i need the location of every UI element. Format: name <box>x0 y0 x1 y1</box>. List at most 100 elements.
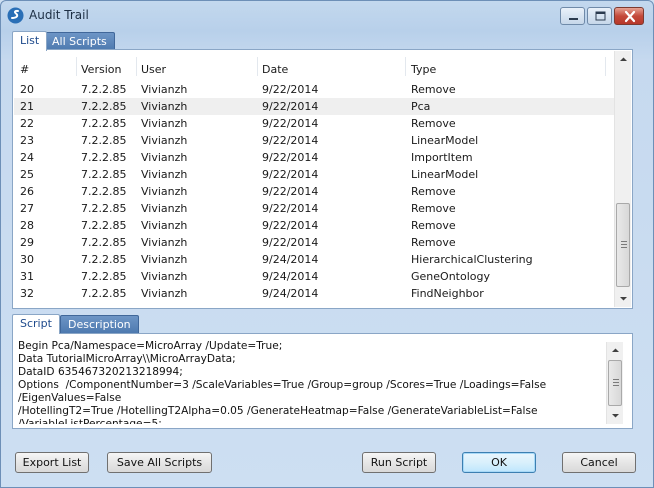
cell-type: FindNeighbor <box>411 287 484 300</box>
cell-date: 9/22/2014 <box>262 100 319 113</box>
column-header-version[interactable]: Version <box>81 63 121 76</box>
cell-version: 7.2.2.85 <box>81 270 127 283</box>
cell-num: 31 <box>20 270 34 283</box>
cell-user: Vivianzh <box>141 168 188 181</box>
cell-date: 9/22/2014 <box>262 117 319 130</box>
table-row[interactable]: 26 7.2.2.85 Vivianzh 9/22/2014 Remove <box>14 183 614 200</box>
cell-num: 24 <box>20 151 34 164</box>
tab-script[interactable]: Script <box>12 314 60 334</box>
table-row[interactable]: 31 7.2.2.85 Vivianzh 9/24/2014 GeneOntology <box>14 268 614 285</box>
table-row[interactable]: 22 7.2.2.85 Vivianzh 9/22/2014 Remove <box>14 115 614 132</box>
cell-date: 9/22/2014 <box>262 168 319 181</box>
arrow-up-icon <box>620 57 627 61</box>
title-bar[interactable]: Audit Trail <box>1 1 653 31</box>
cell-date: 9/24/2014 <box>262 270 319 283</box>
cell-type: Remove <box>411 202 456 215</box>
table-row[interactable]: 32 7.2.2.85 Vivianzh 9/24/2014 FindNeighbor <box>14 285 614 302</box>
cell-user: Vivianzh <box>141 202 188 215</box>
column-header-user[interactable]: User <box>141 63 166 76</box>
cell-user: Vivianzh <box>141 270 188 283</box>
minimize-button[interactable] <box>560 7 585 25</box>
table-row[interactable]: 28 7.2.2.85 Vivianzh 9/22/2014 Remove <box>14 217 614 234</box>
arrow-up-icon <box>612 348 619 352</box>
maximize-button[interactable] <box>587 7 612 25</box>
scroll-up-button[interactable] <box>615 51 632 68</box>
cell-user: Vivianzh <box>141 100 188 113</box>
cell-type: LinearModel <box>411 134 479 147</box>
cell-version: 7.2.2.85 <box>81 83 127 96</box>
audit-trail-window: Audit Trail List All Scripts # Version U… <box>0 0 654 488</box>
cell-type: Remove <box>411 236 456 249</box>
audit-list-panel: # Version User Date Type 20 7.2.2.85 Vivia… <box>12 49 633 309</box>
cell-type: Remove <box>411 83 456 96</box>
maximize-icon <box>595 11 606 21</box>
table-header: # Version User Date Type <box>14 51 614 85</box>
ok-button[interactable]: OK <box>462 452 536 473</box>
cell-user: Vivianzh <box>141 185 188 198</box>
cell-date: 9/24/2014 <box>262 287 319 300</box>
cell-user: Vivianzh <box>141 151 188 164</box>
scroll-down-button[interactable] <box>615 290 632 307</box>
cell-type: ImportItem <box>411 151 473 164</box>
tab-description[interactable]: Description <box>60 315 139 334</box>
cell-user: Vivianzh <box>141 253 188 266</box>
audit-table[interactable]: # Version User Date Type 20 7.2.2.85 Vivia… <box>14 51 614 307</box>
cell-user: Vivianzh <box>141 117 188 130</box>
column-header-number[interactable]: # <box>20 63 29 76</box>
cell-user: Vivianzh <box>141 236 188 249</box>
cell-date: 9/22/2014 <box>262 151 319 164</box>
cell-date: 9/22/2014 <box>262 219 319 232</box>
table-row[interactable]: 27 7.2.2.85 Vivianzh 9/22/2014 Remove <box>14 200 614 217</box>
cell-date: 9/22/2014 <box>262 134 319 147</box>
table-row[interactable]: 21 7.2.2.85 Vivianzh 9/22/2014 Pca <box>14 98 614 115</box>
minimize-icon <box>569 18 578 20</box>
script-line: DataID 635467320213218994; <box>18 366 183 378</box>
table-row[interactable]: 30 7.2.2.85 Vivianzh 9/24/2014 HierarchicalC… <box>14 251 614 268</box>
arrow-down-icon <box>612 414 619 418</box>
cancel-button[interactable]: Cancel <box>562 452 636 473</box>
cell-type: HierarchicalClustering <box>411 253 533 266</box>
tab-list[interactable]: List <box>12 31 48 51</box>
cell-version: 7.2.2.85 <box>81 100 127 113</box>
cell-num: 30 <box>20 253 34 266</box>
cell-num: 32 <box>20 287 34 300</box>
script-panel: Begin Pca/Namespace=MicroArray /Update=T… <box>12 333 633 429</box>
cell-user: Vivianzh <box>141 219 188 232</box>
table-row[interactable]: 29 7.2.2.85 Vivianzh 9/22/2014 Remove <box>14 234 614 251</box>
cell-num: 22 <box>20 117 34 130</box>
column-header-type[interactable]: Type <box>411 63 436 76</box>
script-scrollbar[interactable] <box>606 342 623 424</box>
script-line: Data TutorialMicroArray\\MicroArrayData; <box>18 353 236 365</box>
table-row[interactable]: 24 7.2.2.85 Vivianzh 9/22/2014 ImportItem <box>14 149 614 166</box>
list-scroll-thumb[interactable] <box>616 203 630 287</box>
cell-version: 7.2.2.85 <box>81 219 127 232</box>
list-scrollbar[interactable] <box>614 51 631 307</box>
script-line: /HotellingT2=True /HotellingT2Alpha=0.05… <box>18 405 538 417</box>
close-button[interactable] <box>614 7 644 25</box>
cell-date: 9/22/2014 <box>262 236 319 249</box>
table-row[interactable]: 25 7.2.2.85 Vivianzh 9/22/2014 LinearModel <box>14 166 614 183</box>
cell-user: Vivianzh <box>141 83 188 96</box>
cell-num: 25 <box>20 168 34 181</box>
cell-type: Remove <box>411 219 456 232</box>
save-all-scripts-button[interactable]: Save All Scripts <box>107 452 212 473</box>
script-scroll-thumb[interactable] <box>608 360 622 406</box>
cell-version: 7.2.2.85 <box>81 236 127 249</box>
cell-version: 7.2.2.85 <box>81 287 127 300</box>
column-header-date[interactable]: Date <box>262 63 288 76</box>
script-scroll-up-button[interactable] <box>607 342 624 359</box>
cell-version: 7.2.2.85 <box>81 117 127 130</box>
cell-num: 28 <box>20 219 34 232</box>
cell-num: 26 <box>20 185 34 198</box>
cell-date: 9/24/2014 <box>262 253 319 266</box>
close-icon <box>624 10 636 23</box>
export-list-button[interactable]: Export List <box>15 452 89 473</box>
script-line: Begin Pca/Namespace=MicroArray /Update=T… <box>18 340 283 352</box>
script-scroll-down-button[interactable] <box>607 407 624 424</box>
script-textarea[interactable]: Begin Pca/Namespace=MicroArray /Update=T… <box>18 340 606 424</box>
run-script-button[interactable]: Run Script <box>362 452 436 473</box>
table-row[interactable]: 20 7.2.2.85 Vivianzh 9/22/2014 Remove <box>14 81 614 98</box>
table-row[interactable]: 23 7.2.2.85 Vivianzh 9/22/2014 LinearModel <box>14 132 614 149</box>
cell-user: Vivianzh <box>141 287 188 300</box>
cell-version: 7.2.2.85 <box>81 202 127 215</box>
